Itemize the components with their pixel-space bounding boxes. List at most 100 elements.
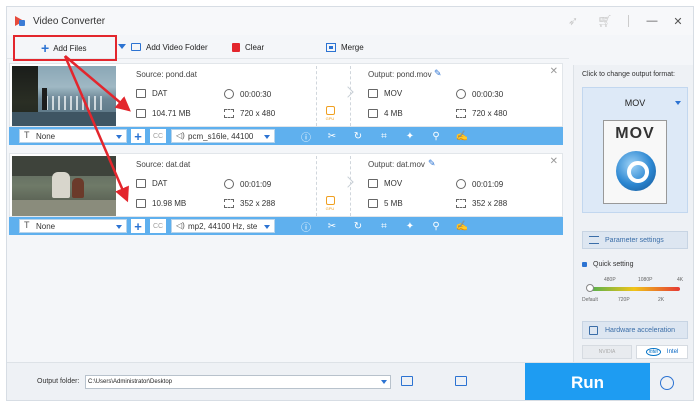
clock-icon: [224, 89, 234, 99]
output-media-icon[interactable]: [455, 376, 467, 386]
video-thumbnail[interactable]: [12, 156, 116, 216]
thumbnail-child: [52, 172, 70, 198]
effects-wand-icon[interactable]: ✦: [397, 217, 423, 235]
source-filename: Source: dat.dat: [136, 160, 191, 169]
parameter-settings-button[interactable]: Parameter settings: [582, 231, 688, 249]
source-format: DAT: [136, 179, 167, 188]
card-divider: [316, 66, 317, 126]
output-folder-path[interactable]: C:\Users\Administrator\Desktop: [85, 375, 391, 389]
app-window: Video Converter ➶ 🛒︎ — ✕ + Add Files Add…: [6, 6, 694, 401]
chevron-down-icon: [264, 135, 270, 139]
chevron-down-icon: [116, 135, 122, 139]
thumbnail-child: [72, 178, 84, 198]
gpu-badge: GPU: [322, 106, 338, 124]
add-video-folder-button[interactable]: Add Video Folder: [131, 37, 208, 57]
format-icon: [136, 89, 146, 98]
watermark-stamp-icon[interactable]: ⚲: [423, 127, 449, 145]
output-format-panel: Click to change output format: MOV MOV P…: [573, 65, 693, 371]
quality-slider-handle[interactable]: [586, 284, 594, 292]
chevron-down-icon: [116, 225, 122, 229]
file-size-icon: [368, 109, 378, 118]
quality-slider[interactable]: [588, 287, 680, 291]
run-button[interactable]: Run: [525, 363, 650, 400]
audio-track-select[interactable]: ◁) mp2, 44100 Hz, ste: [171, 219, 275, 233]
title-separator: [628, 15, 629, 27]
add-subtitle-button[interactable]: +: [131, 129, 145, 143]
audio-track-select[interactable]: ◁) pcm_s16le, 44100: [171, 129, 275, 143]
watermark-stamp-icon[interactable]: ⚲: [423, 217, 449, 235]
output-format: MOV: [368, 179, 402, 188]
subtitle-edit-icon[interactable]: ✍: [449, 217, 475, 235]
card-divider: [350, 66, 351, 126]
merge-icon: [326, 42, 336, 52]
hardware-acceleration-button[interactable]: Hardware acceleration: [582, 321, 688, 339]
info-icon[interactable]: ⓘ: [293, 127, 319, 145]
quick-setting-icon: [582, 262, 587, 267]
output-filename: Output: pond.mov: [368, 70, 432, 79]
file-item[interactable]: Source: pond.dat DAT 00:00:30 104.71 MB …: [9, 63, 563, 127]
trash-icon: [232, 42, 240, 52]
intel-option[interactable]: intel Intel: [636, 345, 688, 359]
rotate-icon[interactable]: ↻: [345, 127, 371, 145]
speaker-icon: ◁): [176, 221, 185, 230]
source-duration: 00:00:30: [224, 89, 271, 99]
effects-wand-icon[interactable]: ✦: [397, 127, 423, 145]
output-size: 5 MB: [368, 199, 403, 208]
source-filename: Source: pond.dat: [136, 70, 197, 79]
quality-tick-label: 2K: [658, 297, 665, 303]
edit-tools: ⓘ ✂ ↻ ⌗ ✦ ⚲ ✍: [293, 217, 475, 235]
nvidia-option[interactable]: NVIDIA: [582, 345, 632, 359]
plus-icon: +: [41, 40, 50, 56]
clear-button[interactable]: Clear: [232, 37, 264, 57]
format-icon: [368, 179, 378, 188]
selected-format: MOV: [624, 98, 646, 108]
minimize-button[interactable]: —: [641, 12, 663, 30]
resolution-icon: [224, 199, 234, 208]
close-window-button[interactable]: ✕: [667, 12, 689, 30]
quality-tick-label: 1080P: [638, 277, 653, 283]
thumbnail-birds: [46, 96, 106, 110]
thumbnail-shore: [12, 112, 116, 126]
app-title: Video Converter: [33, 15, 106, 27]
chevron-down-icon: [264, 225, 270, 229]
cc-subtitle-button[interactable]: CC: [150, 219, 166, 233]
thumbnail-person: [42, 88, 47, 110]
merge-button[interactable]: Merge: [326, 37, 364, 57]
remove-file-icon[interactable]: ✕: [550, 156, 558, 167]
format-icon: [136, 179, 146, 188]
rename-pencil-icon[interactable]: ✎: [428, 158, 436, 169]
quality-tick-label: 4K: [677, 277, 684, 283]
output-size: 4 MB: [368, 109, 403, 118]
subtitle-select[interactable]: T None: [19, 129, 127, 143]
open-folder-icon[interactable]: [401, 376, 413, 386]
subtitle-edit-icon[interactable]: ✍: [449, 127, 475, 145]
trim-scissors-icon[interactable]: ✂: [319, 217, 345, 235]
edit-tools: ⓘ ✂ ↻ ⌗ ✦ ⚲ ✍: [293, 127, 475, 145]
resolution-icon: [224, 109, 234, 118]
upgrade-icon[interactable]: ➶: [564, 12, 582, 30]
cart-icon[interactable]: 🛒︎: [596, 12, 614, 30]
remove-file-icon[interactable]: ✕: [550, 66, 558, 77]
cc-subtitle-button[interactable]: CC: [150, 129, 166, 143]
add-files-button[interactable]: + Add Files: [13, 35, 117, 61]
rotate-icon[interactable]: ↻: [345, 217, 371, 235]
trim-scissors-icon[interactable]: ✂: [319, 127, 345, 145]
crop-icon[interactable]: ⌗: [371, 127, 397, 145]
add-files-dropdown-icon[interactable]: [118, 44, 126, 49]
subtitle-select[interactable]: T None: [19, 219, 127, 233]
output-resolution: 720 x 480: [456, 109, 507, 118]
file-size-icon: [136, 109, 146, 118]
output-format-selector[interactable]: MOV MOV: [582, 87, 688, 213]
crop-icon[interactable]: ⌗: [371, 217, 397, 235]
video-thumbnail[interactable]: [12, 66, 116, 126]
alarm-clock-icon[interactable]: [660, 376, 674, 390]
file-item[interactable]: Source: dat.dat DAT 00:01:09 10.98 MB 35…: [9, 153, 563, 217]
output-format-hint: Click to change output format:: [582, 71, 675, 78]
file-size-icon: [368, 199, 378, 208]
clock-icon: [456, 89, 466, 99]
rename-pencil-icon[interactable]: ✎: [434, 68, 442, 79]
output-duration: 00:00:30: [456, 89, 503, 99]
add-subtitle-button[interactable]: +: [131, 219, 145, 233]
chevron-down-icon: [381, 380, 387, 384]
info-icon[interactable]: ⓘ: [293, 217, 319, 235]
